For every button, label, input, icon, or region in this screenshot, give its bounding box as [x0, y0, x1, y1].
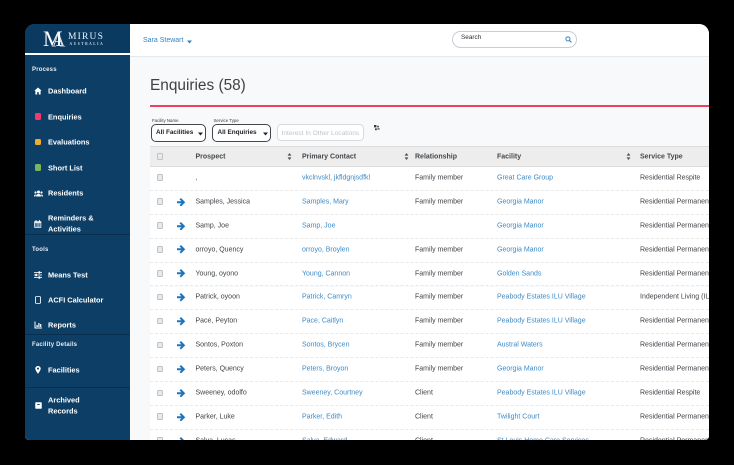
svg-text:A: A: [52, 30, 66, 49]
